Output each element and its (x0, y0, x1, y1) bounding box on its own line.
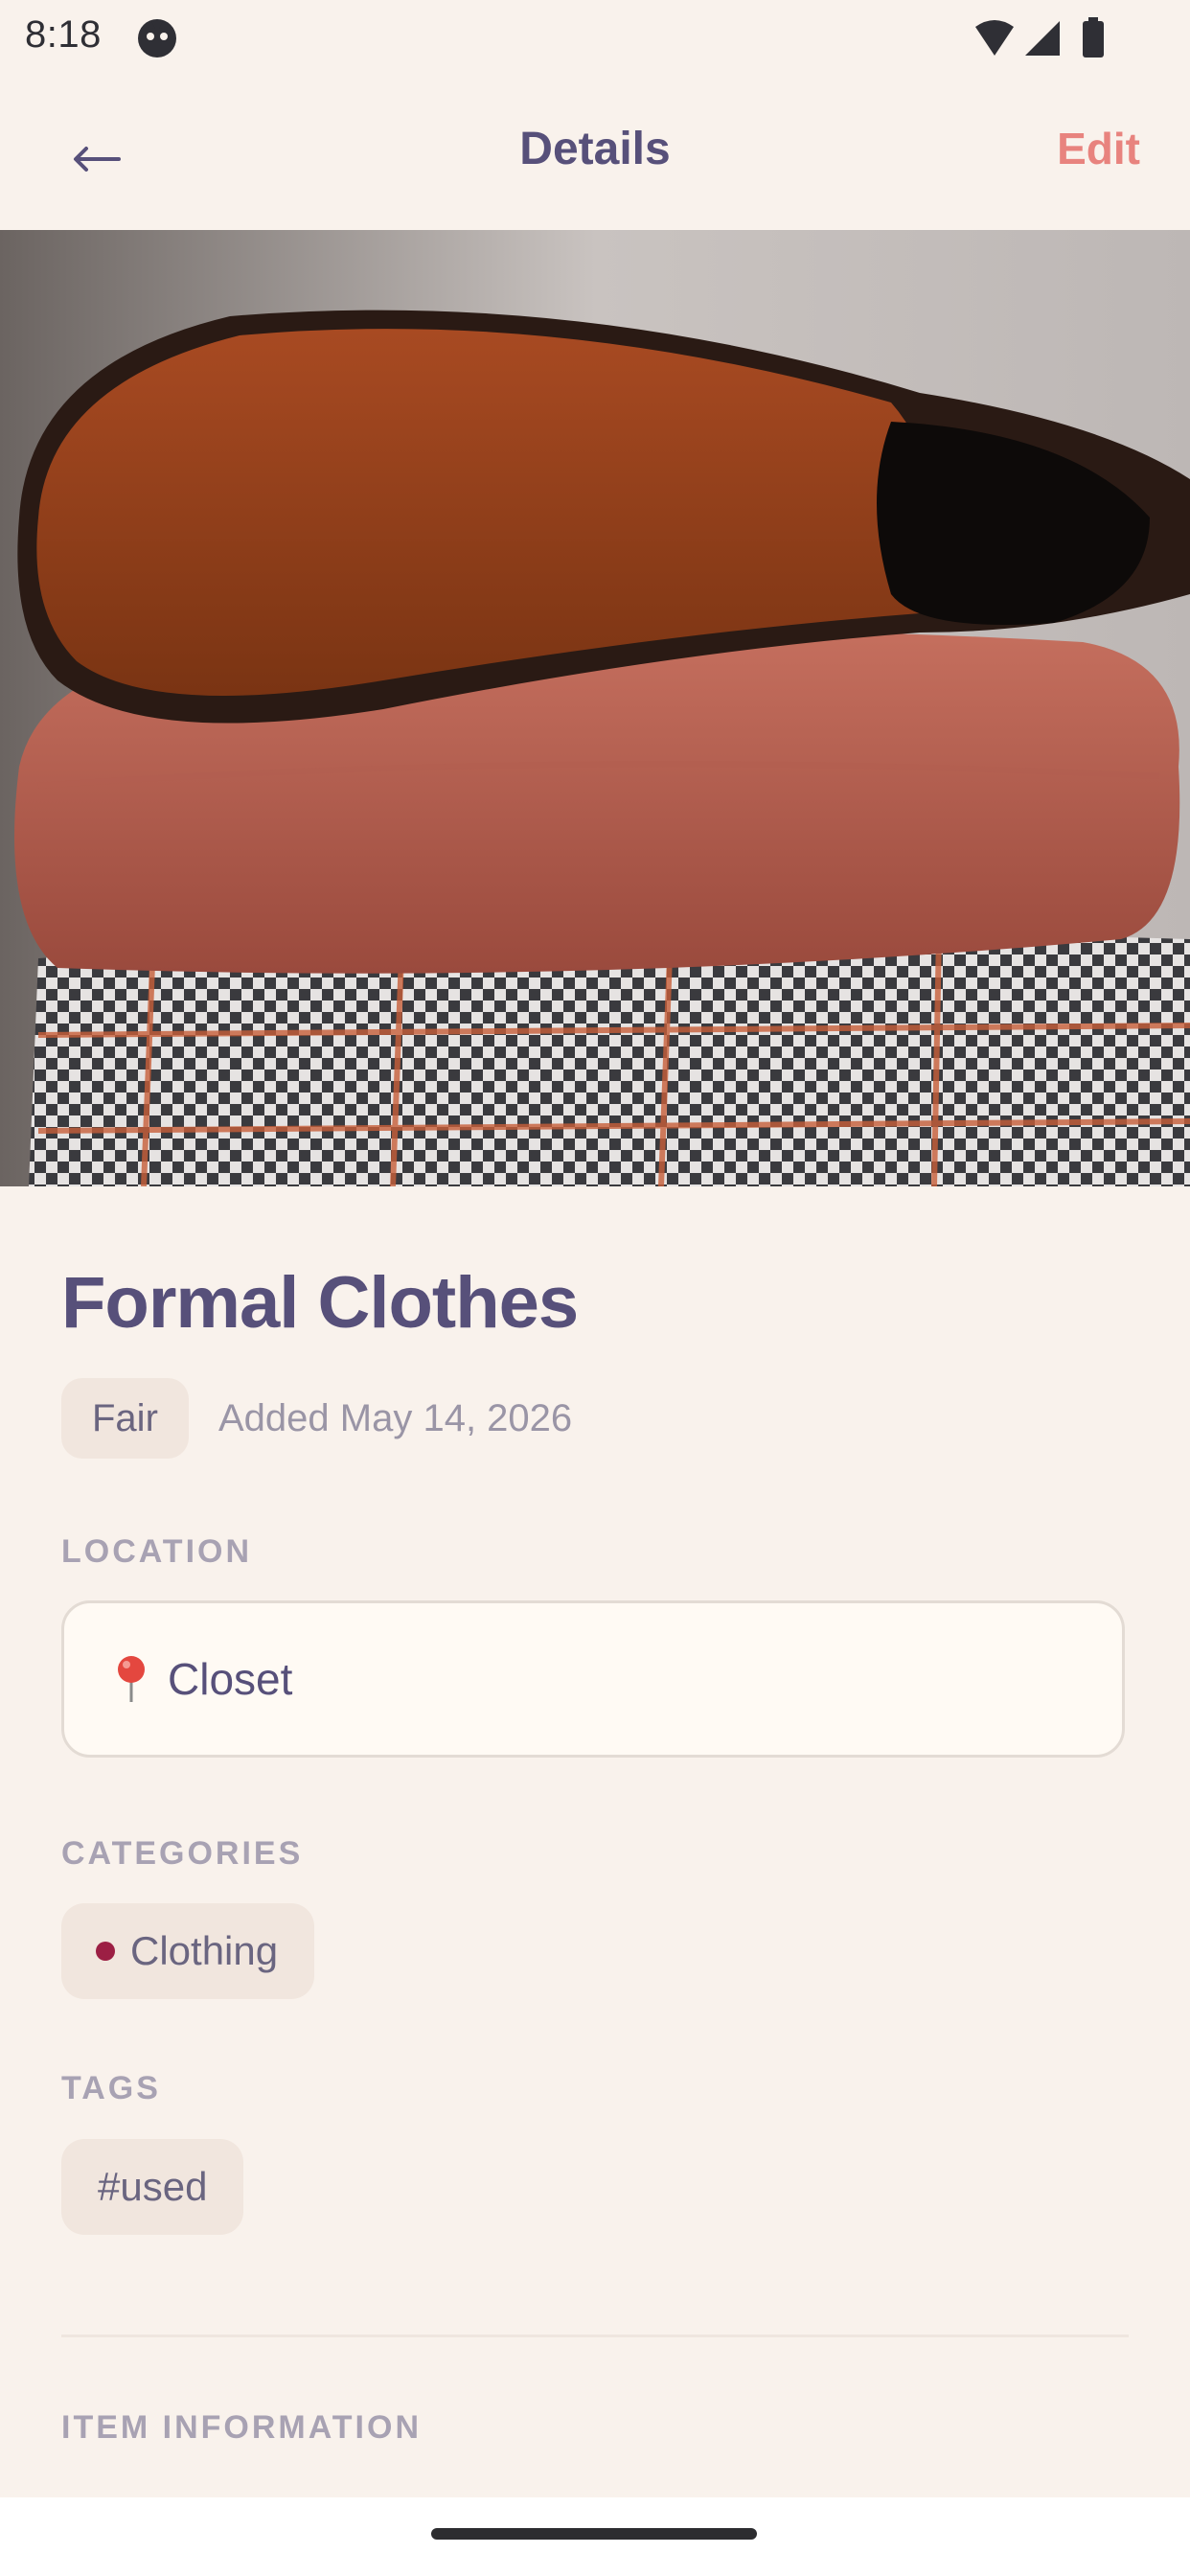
location-card[interactable]: Closet (61, 1600, 1125, 1758)
condition-badge: Fair (61, 1378, 189, 1459)
edit-button[interactable]: Edit (1057, 123, 1140, 174)
section-divider (61, 2334, 1129, 2337)
status-bar: 8:18 (0, 0, 1190, 77)
wifi-icon (975, 20, 1014, 56)
category-color-dot (96, 1942, 115, 1961)
details-screen: 8:18 Details Edit Formal Clothes Fair Ad… (0, 0, 1190, 2576)
item-information-label: ITEM INFORMATION (61, 2409, 422, 2446)
pin-icon (118, 1656, 145, 1702)
item-photo (0, 230, 1190, 1186)
notification-icon (138, 19, 176, 58)
gesture-bar-area (0, 2497, 1190, 2576)
location-label: LOCATION (61, 1533, 253, 1570)
category-chip[interactable]: Clothing (61, 1903, 315, 1999)
added-date: Added May 14, 2026 (218, 1397, 573, 1439)
status-time: 8:18 (25, 13, 102, 56)
top-bar: Details Edit (0, 77, 1190, 230)
signal-icon (1025, 21, 1060, 56)
tags-label: TAGS (61, 2070, 161, 2106)
location-value: Closet (168, 1654, 293, 1704)
tag-chip[interactable]: #used (61, 2139, 244, 2235)
category-chip-label: Clothing (130, 1928, 279, 1973)
categories-label: CATEGORIES (61, 1835, 304, 1872)
item-title: Formal Clothes (61, 1262, 579, 1344)
battery-icon (1083, 17, 1104, 58)
item-photo-image (0, 230, 1190, 1186)
home-indicator[interactable] (431, 2528, 757, 2540)
page-title: Details (519, 124, 671, 174)
